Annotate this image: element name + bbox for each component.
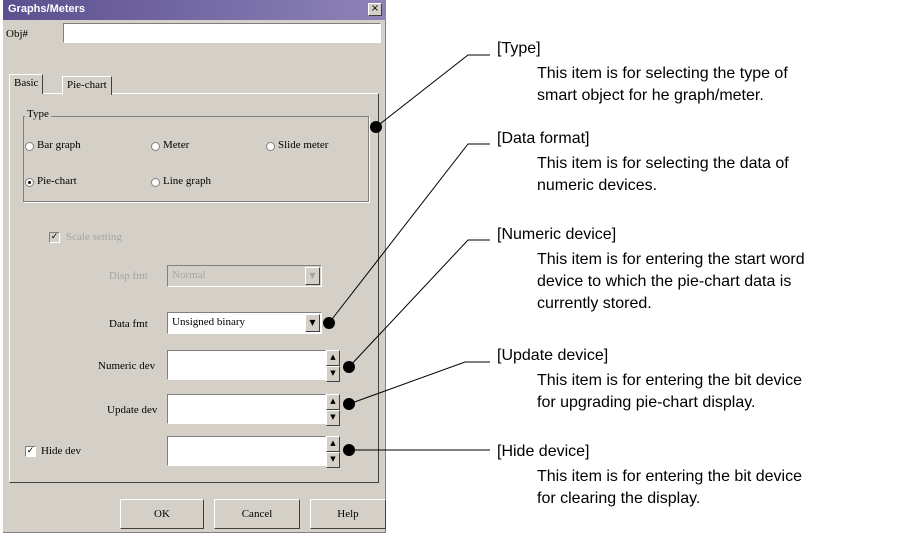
leader-line-numeric-device	[348, 239, 490, 368]
annotation-data-format-title: [Data format]	[497, 130, 590, 147]
annotation-type-title: [Type]	[497, 40, 541, 57]
leader-line-data-format	[328, 143, 490, 324]
tab-basic[interactable]: Basic	[9, 74, 44, 94]
annotation-update-device-title: [Update device]	[497, 347, 609, 364]
annotation-hide-device-desc: This item is for entering the bit device…	[537, 468, 803, 507]
annotation-type-desc: This item is for selecting the type of s…	[537, 65, 788, 104]
annotation-numeric-device-desc: This item is for entering the start word…	[537, 251, 805, 312]
leader-line-type	[375, 54, 490, 128]
annotation-update-device-desc: This item is for entering the bit device…	[537, 372, 803, 411]
leader-line-update-device	[348, 361, 490, 405]
annotation-numeric-device-title: [Numeric device]	[497, 226, 617, 243]
annotation-hide-device-title: [Hide device]	[497, 443, 590, 460]
type-group-title: Type	[25, 108, 51, 120]
annotation-data-format-desc: This item is for selecting the data of n…	[537, 155, 789, 194]
